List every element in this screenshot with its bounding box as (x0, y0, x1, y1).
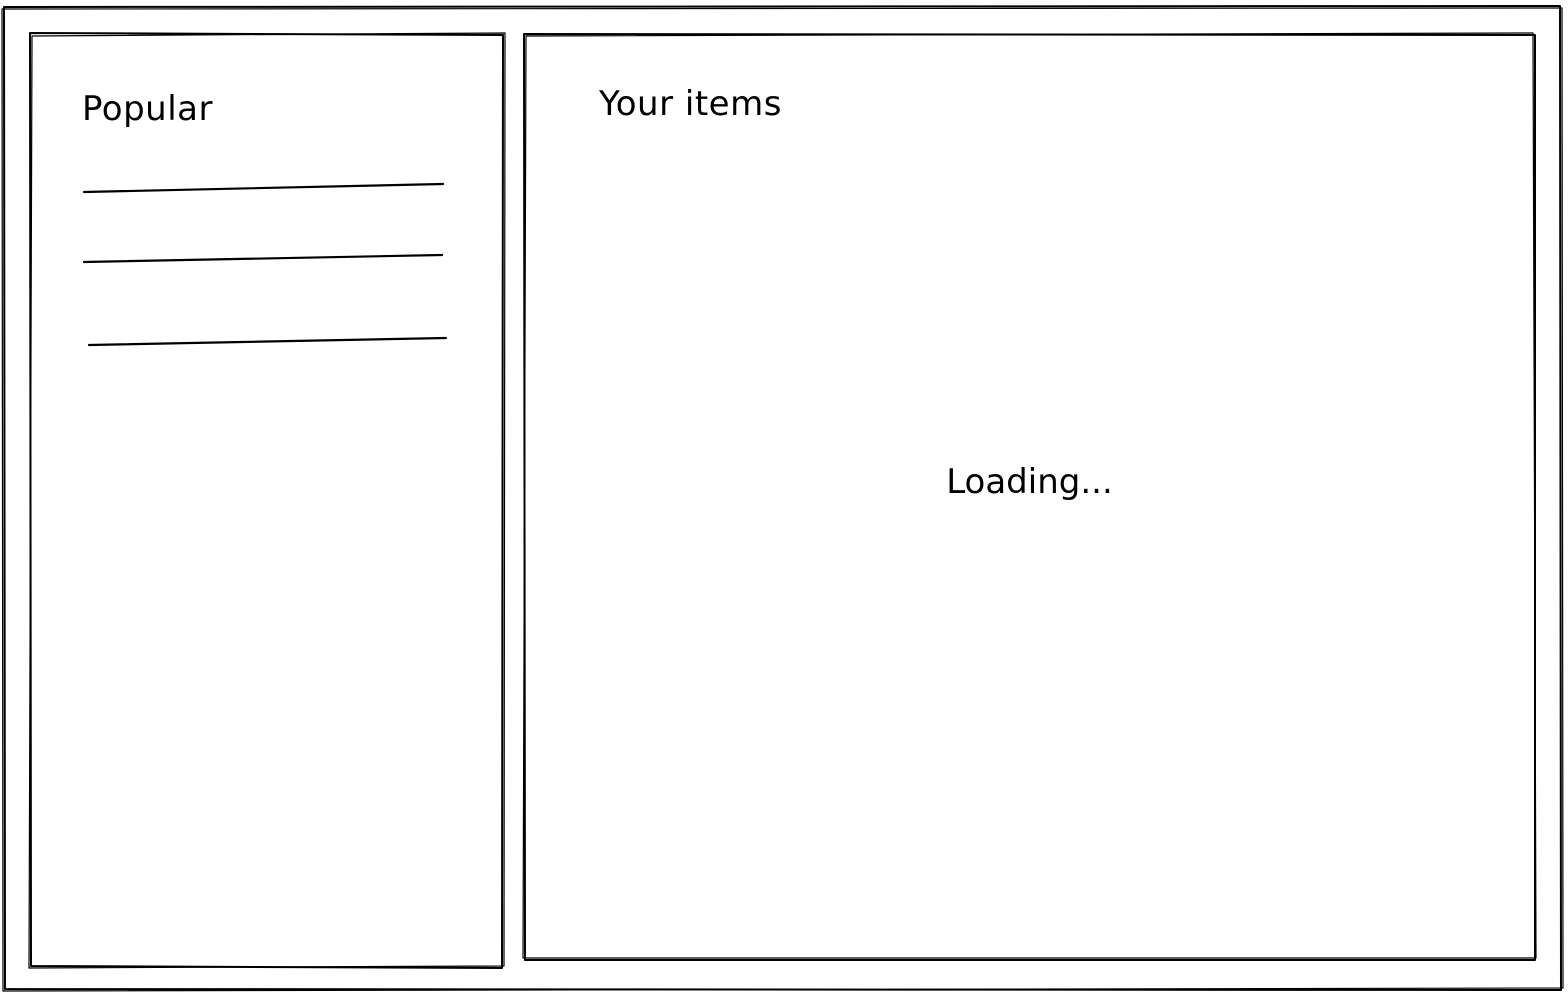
popular-panel: Popular (30, 34, 503, 967)
popular-list-item-2[interactable] (82, 247, 452, 261)
items-title: Your items (599, 84, 782, 124)
popular-list-item-1[interactable] (82, 176, 452, 190)
loading-status: Loading... (946, 462, 1113, 502)
popular-list (82, 176, 452, 356)
popular-title: Popular (82, 89, 213, 129)
items-panel: Your items Loading... (524, 34, 1535, 960)
popular-list-item-3[interactable] (82, 330, 452, 344)
